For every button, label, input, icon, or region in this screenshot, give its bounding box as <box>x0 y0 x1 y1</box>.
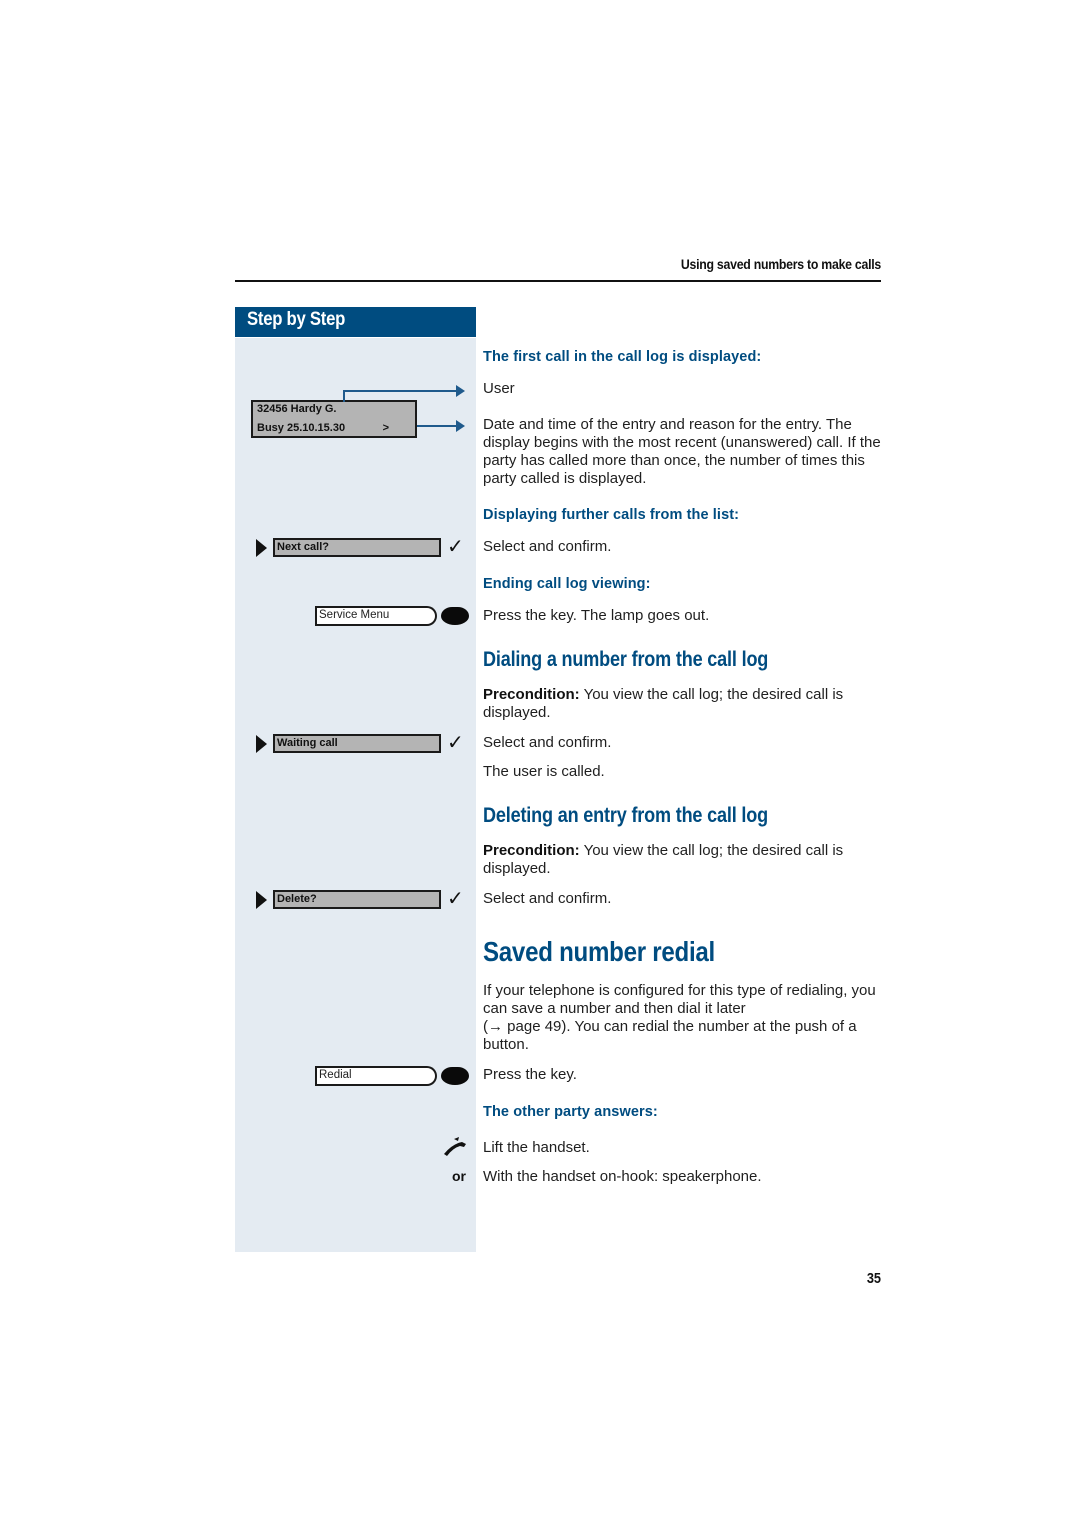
key-lamp-icon <box>441 1067 469 1085</box>
subheading-first-call: The first call in the call log is displa… <box>483 349 762 365</box>
step-sidebar <box>235 338 476 1252</box>
precondition-label: Precondition: <box>483 686 580 703</box>
redial-key[interactable]: Redial <box>315 1066 427 1086</box>
precondition-dialing: Precondition: You view the call log; the… <box>483 686 883 722</box>
date-description: Date and time of the entry and reason fo… <box>483 416 881 487</box>
check-icon: ✓ <box>447 536 464 558</box>
display-scroll-arrow: > <box>382 422 389 434</box>
subheading-other-party-answers: The other party answers: <box>483 1104 658 1120</box>
lift-handset-text: Lift the handset. <box>483 1139 590 1156</box>
press-key-text: Press the key. <box>483 1066 577 1083</box>
check-icon: ✓ <box>447 888 464 910</box>
header-divider <box>235 280 881 282</box>
precondition-label: Precondition: <box>483 842 580 859</box>
user-text: User <box>483 380 515 397</box>
subheading-ending: Ending call log viewing: <box>483 576 651 592</box>
saved-redial-intro: If your telephone is configured for this… <box>483 982 876 1053</box>
display-line-1: 32456 Hardy G. <box>257 403 337 415</box>
select-arrow-icon <box>256 539 267 557</box>
or-label: or <box>452 1168 466 1184</box>
menu-option-label: Waiting call <box>277 737 338 749</box>
speakerphone-text: With the handset on-hook: speakerphone. <box>483 1168 762 1185</box>
subheading-further-calls: Displaying further calls from the list: <box>483 507 740 523</box>
menu-option-label: Next call? <box>277 541 329 553</box>
page-ref-link[interactable]: page 49). You can redial the number at t… <box>483 1018 857 1053</box>
display-line-2: Busy 25.10.15.30 <box>257 422 346 434</box>
callout-line <box>343 390 456 392</box>
page-ref-arrow-icon: → <box>488 1018 503 1035</box>
menu-option-label: Delete? <box>277 893 317 905</box>
menu-option-next-call[interactable]: Next call? <box>273 538 441 557</box>
step-by-step-title: Step by Step <box>247 309 346 330</box>
running-header: Using saved numbers to make calls <box>680 256 881 272</box>
precondition-deleting: Precondition: You view the call log; the… <box>483 842 883 878</box>
menu-option-waiting-call[interactable]: Waiting call <box>273 734 441 753</box>
select-arrow-icon <box>256 735 267 753</box>
check-icon: ✓ <box>447 732 464 754</box>
key-lamp-icon <box>441 607 469 625</box>
intro-text: If your telephone is configured for this… <box>483 982 876 1017</box>
key-label: Redial <box>319 1069 352 1081</box>
callout-arrow-icon <box>456 420 465 432</box>
menu-option-delete[interactable]: Delete? <box>273 890 441 909</box>
service-menu-key[interactable]: Service Menu <box>315 606 427 626</box>
phone-display: 32456 Hardy G. Busy 25.10.15.30 > <box>251 400 417 438</box>
callout-arrow-icon <box>456 385 465 397</box>
user-called-text: The user is called. <box>483 763 605 780</box>
select-confirm-text: Select and confirm. <box>483 538 612 555</box>
page-number: 35 <box>866 1270 881 1287</box>
key-label: Service Menu <box>319 609 390 621</box>
select-arrow-icon <box>256 891 267 909</box>
callout-line <box>417 425 456 427</box>
handset-lift-icon <box>444 1137 466 1156</box>
heading-saved-number-redial: Saved number redial <box>483 936 715 967</box>
press-key-text: Press the key. The lamp goes out. <box>483 607 710 624</box>
heading-dialing: Dialing a number from the call log <box>483 648 769 671</box>
select-confirm-text: Select and confirm. <box>483 890 612 907</box>
heading-deleting: Deleting an entry from the call log <box>483 804 768 827</box>
select-confirm-text: Select and confirm. <box>483 734 612 751</box>
